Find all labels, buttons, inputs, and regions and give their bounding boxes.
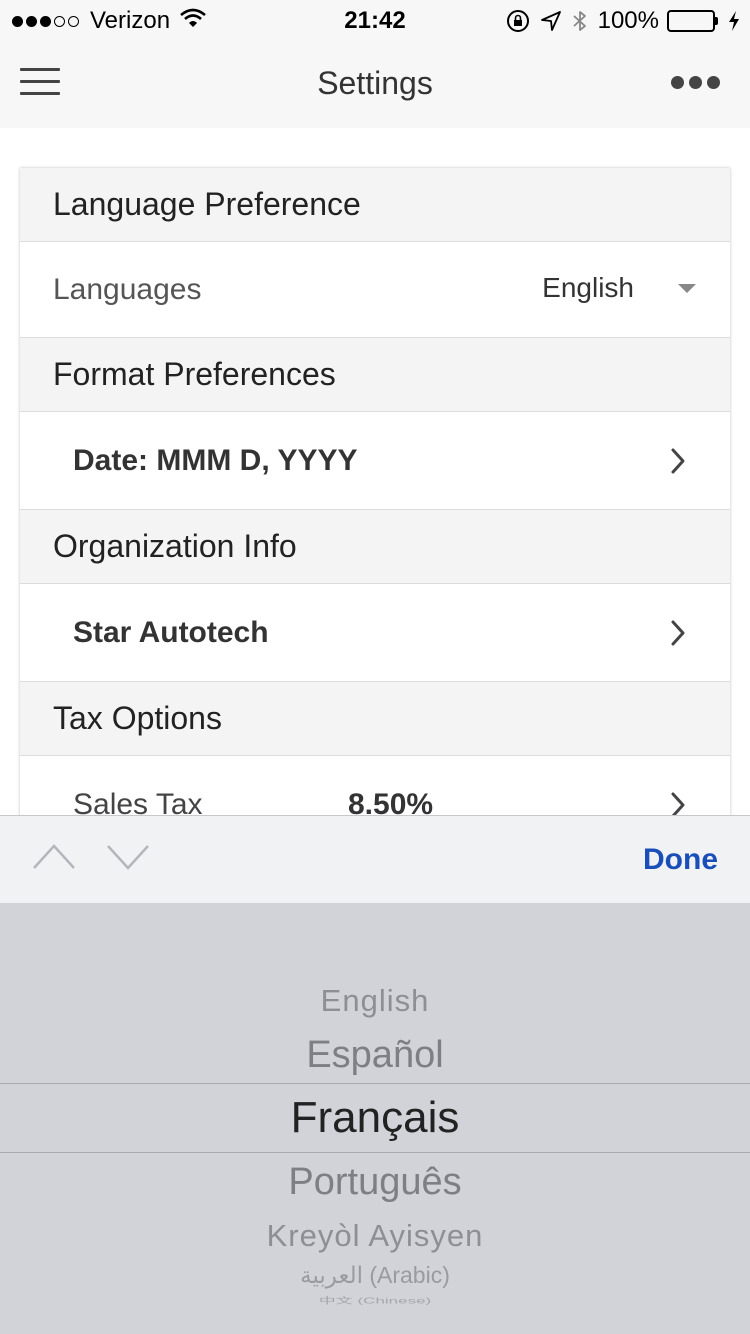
battery-icon [667, 10, 718, 32]
next-field-chevron-down-icon[interactable] [106, 842, 150, 875]
status-right: 100% [496, 7, 740, 35]
sales-tax-label: Sales Tax [73, 787, 203, 819]
picker-option[interactable]: English [0, 983, 750, 1019]
bluetooth-icon [572, 9, 588, 33]
picker-option[interactable]: Kreyòl Ayisyen [0, 1218, 750, 1254]
date-format-row[interactable]: Date: MMM D, YYYY [20, 412, 730, 510]
done-button[interactable]: Done [643, 843, 718, 877]
picker-selection-line-top [0, 1083, 750, 1084]
languages-label: Languages [53, 272, 202, 306]
date-format-label: Date: MMM D, YYYY [73, 443, 358, 477]
sales-tax-value: 8.50% [348, 787, 434, 819]
sales-tax-row[interactable]: Sales Tax 8.50% [20, 756, 730, 818]
language-picker-wheel[interactable]: English Español Français Português Kreyò… [0, 903, 750, 1334]
charging-bolt-icon [728, 10, 740, 32]
location-arrow-icon [540, 10, 562, 32]
picker-option[interactable]: Português [0, 1161, 750, 1204]
picker-option[interactable]: العربية (Arabic) [0, 1262, 750, 1289]
picker-accessory-toolbar: Done [0, 815, 750, 903]
picker-option[interactable]: 中文 (Chinese) [0, 1293, 750, 1306]
more-dots-icon[interactable] [666, 76, 720, 89]
languages-row[interactable]: Languages English [20, 242, 730, 338]
status-bar: Verizon 21:42 100% [0, 0, 750, 40]
section-header-organization: Organization Info [20, 510, 730, 584]
organization-row[interactable]: Star Autotech [20, 584, 730, 682]
dropdown-caret-icon[interactable] [678, 284, 696, 293]
orientation-lock-icon [506, 9, 530, 33]
organization-name: Star Autotech [73, 615, 269, 649]
picker-option-selected[interactable]: Français [0, 1093, 750, 1143]
settings-card: Language Preference Languages English Fo… [20, 168, 730, 818]
picker-option[interactable]: Español [0, 1034, 750, 1077]
battery-percent: 100% [597, 7, 659, 34]
section-header-format: Format Preferences [20, 338, 730, 412]
previous-field-chevron-up-icon[interactable] [32, 842, 76, 875]
chevron-right-icon [670, 619, 686, 655]
picker-selection-line-bottom [0, 1152, 750, 1153]
section-header-language: Language Preference [20, 168, 730, 242]
nav-bar: Settings [0, 40, 750, 128]
chevron-right-icon [670, 791, 686, 818]
chevron-right-icon [670, 447, 686, 483]
page-title: Settings [317, 65, 433, 101]
section-header-tax: Tax Options [20, 682, 730, 756]
languages-select-value[interactable]: English [542, 272, 634, 304]
